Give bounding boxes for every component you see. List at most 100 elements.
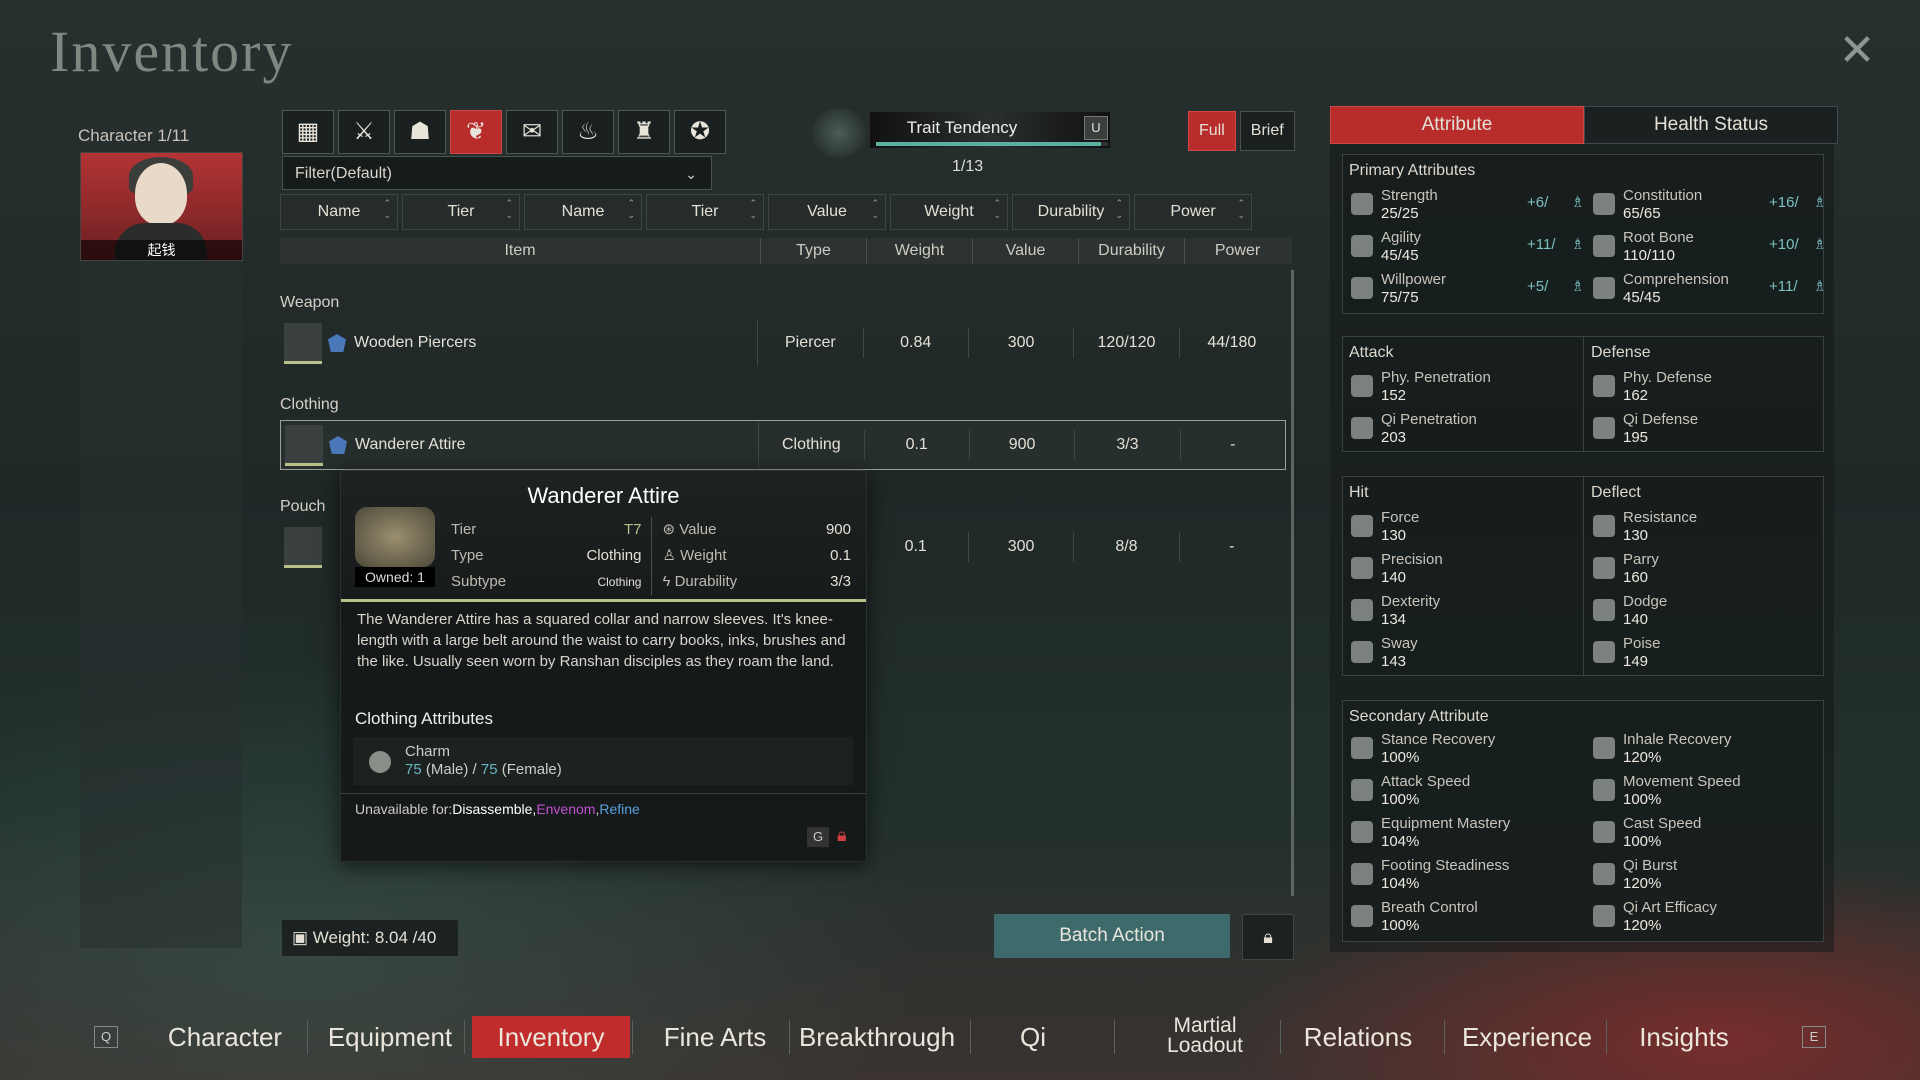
- tab-health-status[interactable]: Health Status: [1584, 106, 1838, 144]
- nav-character[interactable]: Character: [155, 1016, 295, 1058]
- attack-title: Attack: [1349, 344, 1394, 361]
- tab-attribute[interactable]: Attribute: [1330, 106, 1584, 144]
- filter-label: Filter(Default): [295, 165, 392, 182]
- nav-inventory[interactable]: Inventory: [472, 1016, 630, 1058]
- stat-label: Qi Penetration: [1381, 411, 1477, 428]
- section-pouch: Pouch: [280, 498, 326, 515]
- g-key-hint: G: [807, 827, 829, 847]
- agility-icon: [1351, 235, 1373, 257]
- qi-burst-icon: [1593, 863, 1615, 885]
- sort-button-tier[interactable]: Tier: [402, 194, 520, 230]
- stat-label: Qi Defense: [1623, 411, 1699, 428]
- stat-precision: Precision 140: [1351, 551, 1581, 587]
- sort-button-weight[interactable]: Weight: [890, 194, 1008, 230]
- sort-button-name[interactable]: Name: [524, 194, 642, 230]
- full-view-button[interactable]: Full: [1188, 111, 1236, 151]
- batch-action-button[interactable]: Batch Action: [994, 914, 1230, 958]
- sort-row: NameTierNameTierValueWeightDurabilityPow…: [280, 194, 1252, 230]
- stat-value: 100%: [1623, 833, 1662, 850]
- stat-constitution: Constitution 65/65 +16/ ♗: [1593, 187, 1826, 223]
- trait-progress: [876, 142, 1108, 146]
- stat-value: 143: [1381, 653, 1407, 670]
- stat-value: 104%: [1381, 833, 1420, 850]
- stat-attack-speed: Attack Speed 100%: [1351, 773, 1581, 809]
- equipment-mastery-icon: [1351, 821, 1373, 843]
- tooltip-item-name: Wanderer Attire: [527, 483, 680, 508]
- stat-value: 45/45: [1623, 289, 1661, 306]
- manual-icon[interactable]: ✉: [506, 110, 558, 154]
- stat-comprehension: Comprehension 45/45 +11/ ♗: [1593, 271, 1826, 307]
- dodge-icon: [1593, 599, 1615, 621]
- weight-bag-icon: ▣: [292, 928, 313, 947]
- weapon-icon[interactable]: ⚔: [338, 110, 390, 154]
- accessory-icon[interactable]: ❦: [450, 110, 502, 154]
- stat-resistance: Resistance 130: [1593, 509, 1823, 545]
- sort-button-durability[interactable]: Durability: [1012, 194, 1130, 230]
- qi-art-efficacy-icon: [1593, 905, 1615, 927]
- pouch-icon[interactable]: ♜: [618, 110, 670, 154]
- sort-button-power[interactable]: Power: [1134, 194, 1252, 230]
- clothing-icon[interactable]: ☗: [394, 110, 446, 154]
- nav-equipment[interactable]: Equipment: [315, 1016, 465, 1058]
- nav-separator: [1444, 1020, 1445, 1054]
- nav-breakthrough[interactable]: Breakthrough: [797, 1016, 957, 1058]
- stat-label: Qi Art Efficacy: [1623, 899, 1717, 916]
- stat-value: 110/110: [1623, 247, 1675, 264]
- filter-dropdown[interactable]: Filter(Default) ⌄: [282, 156, 712, 190]
- resistance-icon: [1593, 515, 1615, 537]
- tier-gem-icon: [328, 334, 346, 352]
- stat-value: 162: [1623, 387, 1649, 404]
- table-row-selected[interactable]: Wanderer Attire Clothing 0.1 900 3/3 -: [280, 420, 1286, 470]
- nav-relations[interactable]: Relations: [1288, 1016, 1428, 1058]
- footing-steadiness-icon: [1351, 863, 1373, 885]
- stat-movement-speed: Movement Speed 100%: [1593, 773, 1823, 809]
- header-power: Power: [1214, 242, 1261, 259]
- sort-button-name[interactable]: Name: [280, 194, 398, 230]
- stat-force: Force 130: [1351, 509, 1581, 545]
- table-row[interactable]: Wooden Piercers Piercer 0.84 300 120/120…: [280, 320, 1284, 366]
- stat-label: Movement Speed: [1623, 773, 1741, 790]
- misc-icon[interactable]: ✪: [674, 110, 726, 154]
- stat-label: Poise: [1623, 635, 1661, 652]
- nav-experience[interactable]: Experience: [1452, 1016, 1602, 1058]
- stat-label: Attack Speed: [1381, 773, 1471, 790]
- table-scrollbar[interactable]: [1291, 270, 1294, 896]
- page-title: Inventory: [50, 19, 294, 84]
- section-weapon: Weapon: [280, 294, 340, 311]
- stat-value: 100%: [1381, 917, 1420, 934]
- trait-count: 1/13: [952, 158, 984, 175]
- nav-qi[interactable]: Qi: [978, 1016, 1088, 1058]
- grid-icon[interactable]: ▦: [282, 110, 334, 154]
- trait-tendency[interactable]: Trait Tendency U: [812, 108, 1112, 158]
- brief-view-button[interactable]: Brief: [1239, 111, 1295, 151]
- table-header: Item Type Weight Value Durability Power: [280, 238, 1292, 264]
- potential-icon: ♗: [1813, 236, 1827, 253]
- stat-label: Breath Control: [1381, 899, 1478, 916]
- stat-root-bone: Root Bone 110/110 +10/ ♗: [1593, 229, 1827, 265]
- trait-label: Trait Tendency: [906, 118, 1018, 137]
- sort-button-value[interactable]: Value: [768, 194, 886, 230]
- subtype-value: Clothing: [539, 569, 653, 595]
- close-x-icon[interactable]: ✕: [1834, 28, 1880, 74]
- bottom-nav: Q E Character Equipment Inventory Fine Arts Br…: [0, 1000, 1920, 1080]
- nav-insights[interactable]: Insights: [1614, 1016, 1754, 1058]
- lock-button[interactable]: 🔒︎: [1242, 914, 1294, 960]
- clothing-attributes-title: Clothing Attributes: [355, 709, 493, 728]
- durability-icon: ϟ: [662, 573, 675, 590]
- primary-attributes-title: Primary Attributes: [1349, 162, 1476, 179]
- sort-button-tier[interactable]: Tier: [646, 194, 764, 230]
- stat-label: Constitution: [1623, 187, 1703, 204]
- stat-strength: Strength 25/25 +6/ ♗: [1351, 187, 1584, 223]
- item-weight: 0.84: [864, 328, 969, 358]
- nav-martial-loadout[interactable]: Martial Loadout: [1150, 1015, 1260, 1058]
- lock-icon: 🔒︎: [1263, 927, 1273, 947]
- nav-fine-arts[interactable]: Fine Arts: [640, 1016, 790, 1058]
- character-portrait[interactable]: 起钱: [80, 152, 243, 261]
- stat-value: 25/25: [1381, 205, 1419, 222]
- portrait-face: [135, 163, 187, 225]
- food-icon[interactable]: ♨: [562, 110, 614, 154]
- stance-recovery-icon: [1351, 737, 1373, 759]
- lock-icon[interactable]: 🔒︎: [837, 825, 859, 847]
- divider: [1583, 477, 1584, 675]
- stat-value: 203: [1381, 429, 1407, 446]
